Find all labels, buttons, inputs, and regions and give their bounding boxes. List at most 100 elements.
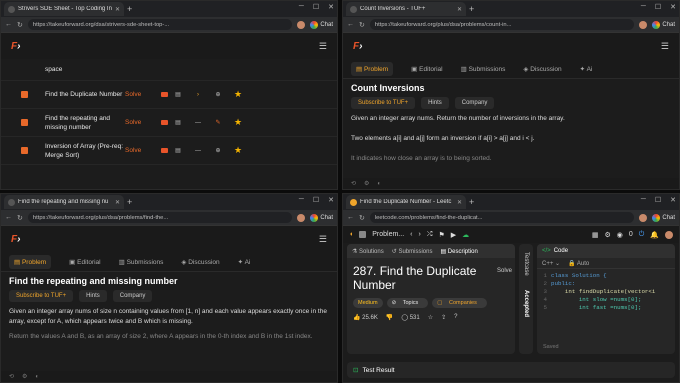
back-icon[interactable]: ←: [347, 21, 354, 28]
close-window-icon[interactable]: ✕: [328, 3, 334, 11]
companies-chip[interactable]: ▢ Companies: [432, 298, 487, 308]
tab-ai[interactable]: ✦ Ai: [238, 258, 251, 266]
toolbar-icon[interactable]: ⚙: [364, 180, 369, 187]
star-icon[interactable]: ★: [228, 145, 248, 156]
add-note-icon[interactable]: ⊕: [208, 91, 228, 98]
maximize-icon[interactable]: ☐: [313, 3, 319, 11]
tab-solutions[interactable]: ⚗ Solutions: [352, 248, 384, 255]
settings-icon[interactable]: ⚙: [604, 231, 610, 239]
toolbar-icon[interactable]: ◐: [377, 181, 381, 187]
refresh-icon[interactable]: ↻: [17, 214, 23, 222]
maximize-icon[interactable]: ☐: [313, 196, 319, 204]
tab-accepted[interactable]: Accepted: [523, 290, 529, 317]
tab-editorial[interactable]: ▣ Editorial: [69, 258, 100, 266]
youtube-icon[interactable]: [161, 92, 168, 97]
code-area[interactable]: 1 class Solution { 2 public: 3 int findDup…: [537, 269, 675, 312]
solve-link[interactable]: Solve: [125, 147, 161, 154]
done-checkbox[interactable]: [21, 91, 28, 98]
avatar[interactable]: [297, 213, 306, 222]
close-tab-icon[interactable]: ✕: [115, 199, 120, 206]
timer-icon[interactable]: ⏻: [639, 231, 645, 239]
star-icon[interactable]: ★: [228, 117, 248, 128]
prev-icon[interactable]: ‹: [410, 231, 412, 238]
tab-problem[interactable]: ▤ Problem: [9, 254, 52, 269]
subscribe-button[interactable]: Subscribe to TUF+: [351, 97, 416, 109]
help-icon[interactable]: ?: [454, 314, 457, 321]
url-field[interactable]: https://takeuforward.org/plus/dsa/proble…: [27, 212, 293, 223]
tuf-logo-icon[interactable]: F›: [353, 41, 362, 52]
minimize-icon[interactable]: ─: [641, 3, 646, 11]
debug-icon[interactable]: ⚑: [438, 231, 444, 239]
back-icon[interactable]: ←: [5, 21, 12, 28]
minimize-icon[interactable]: ─: [299, 3, 304, 11]
new-tab-icon[interactable]: +: [127, 4, 132, 14]
avatar[interactable]: [639, 213, 648, 222]
youtube-icon[interactable]: [161, 120, 168, 125]
notification-icon[interactable]: 🔔: [650, 231, 659, 239]
like-button[interactable]: 👍 25.6K: [353, 314, 378, 321]
edit-note-icon[interactable]: ✎: [208, 119, 228, 126]
difficulty-badge[interactable]: Medium: [353, 298, 383, 308]
browser-tab[interactable]: Find the repeating and missing nu ✕: [4, 195, 124, 209]
tab-discussion[interactable]: ◈ Discussion: [523, 65, 561, 73]
next-icon[interactable]: ›: [418, 231, 420, 238]
refresh-icon[interactable]: ↻: [17, 21, 23, 29]
article-icon[interactable]: ▤: [168, 119, 188, 126]
topics-chip[interactable]: ⊘ Topics: [386, 298, 429, 308]
avatar[interactable]: [665, 230, 673, 239]
toolbar-icon[interactable]: ⟲: [351, 180, 356, 187]
article-icon[interactable]: ▤: [168, 147, 188, 154]
tab-discussion[interactable]: ◈ Discussion: [181, 258, 219, 266]
chat-button[interactable]: Chat: [652, 213, 675, 222]
run-icon[interactable]: ▶: [451, 231, 456, 239]
chat-button[interactable]: Chat: [310, 213, 333, 222]
menu-icon[interactable]: ☰: [319, 234, 327, 245]
back-icon[interactable]: ←: [347, 214, 354, 221]
toolbar-icon[interactable]: ◐: [35, 374, 39, 380]
close-tab-icon[interactable]: ✕: [457, 199, 462, 206]
auto-toggle[interactable]: 🔒 Auto: [568, 260, 589, 267]
solve-link[interactable]: Solve: [125, 91, 161, 98]
hints-button[interactable]: Hints: [421, 97, 449, 109]
layout-icon[interactable]: ▦: [592, 231, 599, 239]
tab-description[interactable]: ▤ Description: [440, 248, 477, 255]
problem-name[interactable]: Find the Duplicate Number: [45, 90, 125, 99]
subscribe-button[interactable]: Subscribe to TUF+: [9, 290, 74, 302]
close-tab-icon[interactable]: ✕: [115, 6, 120, 13]
share-icon[interactable]: ⇪: [441, 314, 446, 321]
company-button[interactable]: Company: [454, 97, 495, 109]
tab-submissions[interactable]: ▥ Submissions: [119, 258, 164, 266]
close-tab-icon[interactable]: ✕: [457, 6, 462, 13]
company-button[interactable]: Company: [112, 290, 153, 302]
tab-submissions[interactable]: ▥ Submissions: [461, 65, 506, 73]
browser-tab[interactable]: Strivers SDE Sheet - Top Coding In ✕: [4, 2, 124, 16]
new-tab-icon[interactable]: +: [469, 4, 474, 14]
test-result-bar[interactable]: ⊡ Test Result: [347, 362, 675, 378]
solve-link[interactable]: Solve: [125, 119, 161, 126]
maximize-icon[interactable]: ☐: [655, 196, 661, 204]
maximize-icon[interactable]: ☐: [655, 3, 661, 11]
dislike-icon[interactable]: 👎: [386, 314, 393, 321]
arrow-icon[interactable]: ›: [188, 92, 208, 98]
add-note-icon[interactable]: ⊕: [208, 147, 228, 154]
problem-name[interactable]: Find the repeating and missing number: [45, 114, 125, 132]
language-select[interactable]: C++ ⌄: [542, 260, 560, 267]
minimize-icon[interactable]: ─: [299, 196, 304, 204]
hints-button[interactable]: Hints: [79, 290, 107, 302]
youtube-icon[interactable]: [161, 148, 168, 153]
problem-list-icon[interactable]: [359, 231, 367, 238]
tab-testcase[interactable]: Testcase: [523, 252, 529, 276]
done-checkbox[interactable]: [21, 147, 28, 154]
close-window-icon[interactable]: ✕: [670, 196, 676, 204]
browser-tab[interactable]: Find the Duplicate Number - Leetc ✕: [346, 195, 466, 209]
chat-button[interactable]: Chat: [652, 20, 675, 29]
shuffle-icon[interactable]: ⤮: [427, 231, 433, 239]
leetcode-logo-icon[interactable]: ◖: [349, 231, 353, 238]
toolbar-icon[interactable]: ⟲: [9, 373, 14, 380]
close-window-icon[interactable]: ✕: [670, 3, 676, 11]
browser-tab[interactable]: Count Inversions - TUF+ ✕: [346, 2, 466, 16]
tab-problem[interactable]: ▤ Problem: [351, 61, 394, 76]
menu-icon[interactable]: ☰: [661, 41, 669, 52]
menu-icon[interactable]: ☰: [319, 41, 327, 52]
problem-name[interactable]: Inversion of Array (Pre-req: Merge Sort): [45, 142, 125, 160]
